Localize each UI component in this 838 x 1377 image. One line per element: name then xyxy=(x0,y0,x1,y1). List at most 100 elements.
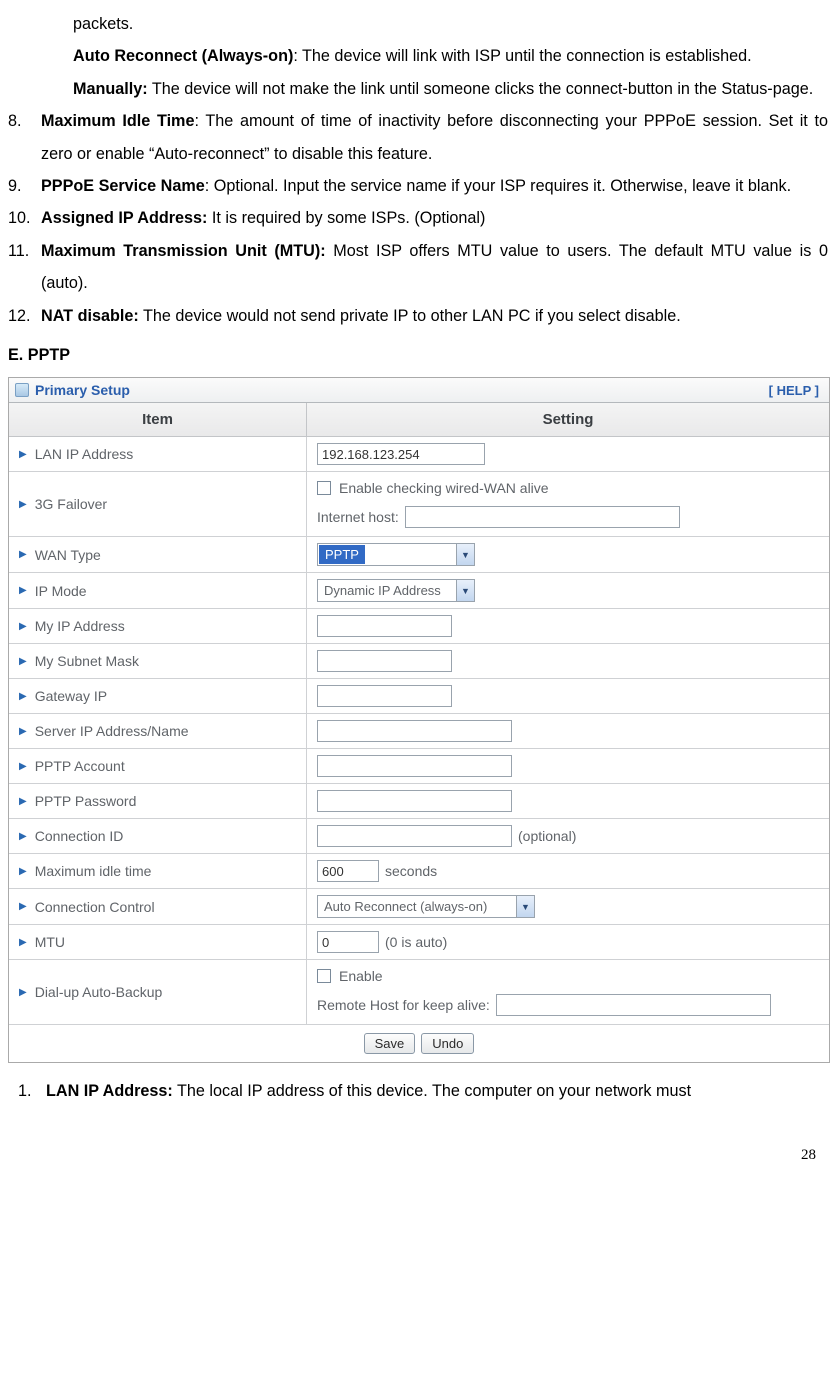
label: WAN Type xyxy=(35,547,101,563)
arrow-icon: ▶ xyxy=(19,585,27,596)
th-setting: Setting xyxy=(307,403,829,436)
row-dialup-backup: ▶ Dial-up Auto-Backup Enable Remote Host … xyxy=(9,960,829,1025)
failover-chk-label: Enable checking wired-WAN alive xyxy=(339,480,549,496)
server-input[interactable] xyxy=(317,720,512,742)
chevron-down-icon: ▼ xyxy=(456,544,474,565)
connection-control-select[interactable]: Auto Reconnect (always-on) ▼ xyxy=(317,895,535,918)
dialup-host-input[interactable] xyxy=(496,994,771,1016)
page-number: 28 xyxy=(0,1107,838,1164)
arrow-icon: ▶ xyxy=(19,449,27,460)
label: My Subnet Mask xyxy=(35,653,139,669)
wan-type-select[interactable]: PPTP ▼ xyxy=(317,543,475,566)
mtu-hint: (0 is auto) xyxy=(385,934,447,950)
table-header: Item Setting xyxy=(9,403,829,437)
row-wan-type: ▶ WAN Type PPTP ▼ xyxy=(9,537,829,573)
primary-setup-panel: Primary Setup [ HELP ] Item Setting ▶ LAN… xyxy=(8,377,830,1063)
label: LAN IP Address xyxy=(35,446,134,462)
label: PPTP Password xyxy=(35,793,137,809)
row-my-subnet: ▶ My Subnet Mask xyxy=(9,644,829,679)
label: PPTP Account xyxy=(35,758,125,774)
max-idle-input[interactable] xyxy=(317,860,379,882)
list-number: 1. xyxy=(18,1075,46,1107)
row-pptp-account: ▶PPTP Account xyxy=(9,749,829,784)
arrow-icon: ▶ xyxy=(19,937,27,948)
list-text: It is required by some ISPs. (Optional) xyxy=(207,209,485,227)
panel-title: Primary Setup xyxy=(35,382,130,398)
row-mtu: ▶ MTU (0 is auto) xyxy=(9,925,829,960)
label: Dial-up Auto-Backup xyxy=(35,984,163,1000)
arrow-icon: ▶ xyxy=(19,726,27,737)
arrow-icon: ▶ xyxy=(19,691,27,702)
arrow-icon: ▶ xyxy=(19,831,27,842)
arrow-icon: ▶ xyxy=(19,866,27,877)
auto-reconnect-label: Auto Reconnect (Always-on) xyxy=(73,47,293,65)
ip-mode-value: Dynamic IP Address xyxy=(318,583,447,598)
row-gateway: ▶ Gateway IP xyxy=(9,679,829,714)
chevron-down-icon: ▼ xyxy=(456,580,474,601)
text-auto-reconnect: Auto Reconnect (Always-on): The device w… xyxy=(0,40,838,72)
save-button[interactable]: Save xyxy=(364,1033,416,1054)
arrow-icon: ▶ xyxy=(19,987,27,998)
dialup-checkbox[interactable] xyxy=(317,969,331,983)
panel-header: Primary Setup [ HELP ] xyxy=(9,378,829,403)
arrow-icon: ▶ xyxy=(19,901,27,912)
list-label: Maximum Transmission Unit (MTU): xyxy=(41,242,326,260)
label: IP Mode xyxy=(35,583,87,599)
list-item-12: 12. NAT disable: The device would not se… xyxy=(0,300,838,332)
connection-control-value: Auto Reconnect (always-on) xyxy=(318,899,493,914)
failover-host-label: Internet host: xyxy=(317,509,399,525)
label: My IP Address xyxy=(35,618,125,634)
dialup-chk-label: Enable xyxy=(339,968,383,984)
text-packets: packets. xyxy=(0,8,838,40)
ip-mode-select[interactable]: Dynamic IP Address ▼ xyxy=(317,579,475,602)
my-subnet-input[interactable] xyxy=(317,650,452,672)
list-text: : Optional. Input the service name if yo… xyxy=(205,177,791,195)
row-ip-mode: ▶ IP Mode Dynamic IP Address ▼ xyxy=(9,573,829,609)
list-label: NAT disable: xyxy=(41,307,139,325)
section-heading-e: E. PPTP xyxy=(0,332,838,373)
arrow-icon: ▶ xyxy=(19,621,27,632)
my-ip-input[interactable] xyxy=(317,615,452,637)
label: Maximum idle time xyxy=(35,863,152,879)
list-number: 8. xyxy=(8,105,41,170)
arrow-icon: ▶ xyxy=(19,499,27,510)
mtu-input[interactable] xyxy=(317,931,379,953)
arrow-icon: ▶ xyxy=(19,549,27,560)
dialup-host-label: Remote Host for keep alive: xyxy=(317,997,490,1013)
undo-button[interactable]: Undo xyxy=(421,1033,474,1054)
gateway-input[interactable] xyxy=(317,685,452,707)
th-item: Item xyxy=(9,403,307,436)
manually-text: The device will not make the link until … xyxy=(148,80,814,98)
connection-id-hint: (optional) xyxy=(518,828,576,844)
failover-checkbox[interactable] xyxy=(317,481,331,495)
label: Server IP Address/Name xyxy=(35,723,189,739)
list-number: 10. xyxy=(8,202,41,234)
list-label: LAN IP Address: xyxy=(46,1082,173,1100)
row-3g-failover: ▶ 3G Failover Enable checking wired-WAN a… xyxy=(9,472,829,537)
list-text: The device would not send private IP to … xyxy=(139,307,681,325)
panel-icon xyxy=(15,383,29,397)
list-item-9: 9. PPPoE Service Name: Optional. Input t… xyxy=(0,170,838,202)
failover-host-input[interactable] xyxy=(405,506,680,528)
pptp-password-input[interactable] xyxy=(317,790,512,812)
connection-id-input[interactable] xyxy=(317,825,512,847)
row-max-idle: ▶Maximum idle time seconds xyxy=(9,854,829,889)
label: 3G Failover xyxy=(35,496,107,512)
list-label: Maximum Idle Time xyxy=(41,112,194,130)
label: Connection Control xyxy=(35,899,155,915)
list-number: 11. xyxy=(8,235,41,300)
list-number: 12. xyxy=(8,300,41,332)
list-label: Assigned IP Address: xyxy=(41,209,207,227)
chevron-down-icon: ▼ xyxy=(516,896,534,917)
label: MTU xyxy=(35,934,65,950)
help-link[interactable]: [ HELP ] xyxy=(769,383,819,398)
arrow-icon: ▶ xyxy=(19,656,27,667)
label: Gateway IP xyxy=(35,688,107,704)
pptp-account-input[interactable] xyxy=(317,755,512,777)
list-label: PPPoE Service Name xyxy=(41,177,205,195)
lan-ip-input[interactable] xyxy=(317,443,485,465)
manually-label: Manually: xyxy=(73,80,148,98)
row-connection-control: ▶ Connection Control Auto Reconnect (alwa… xyxy=(9,889,829,925)
list-text: The local IP address of this device. The… xyxy=(173,1082,691,1100)
text-manually: Manually: The device will not make the l… xyxy=(0,73,838,105)
